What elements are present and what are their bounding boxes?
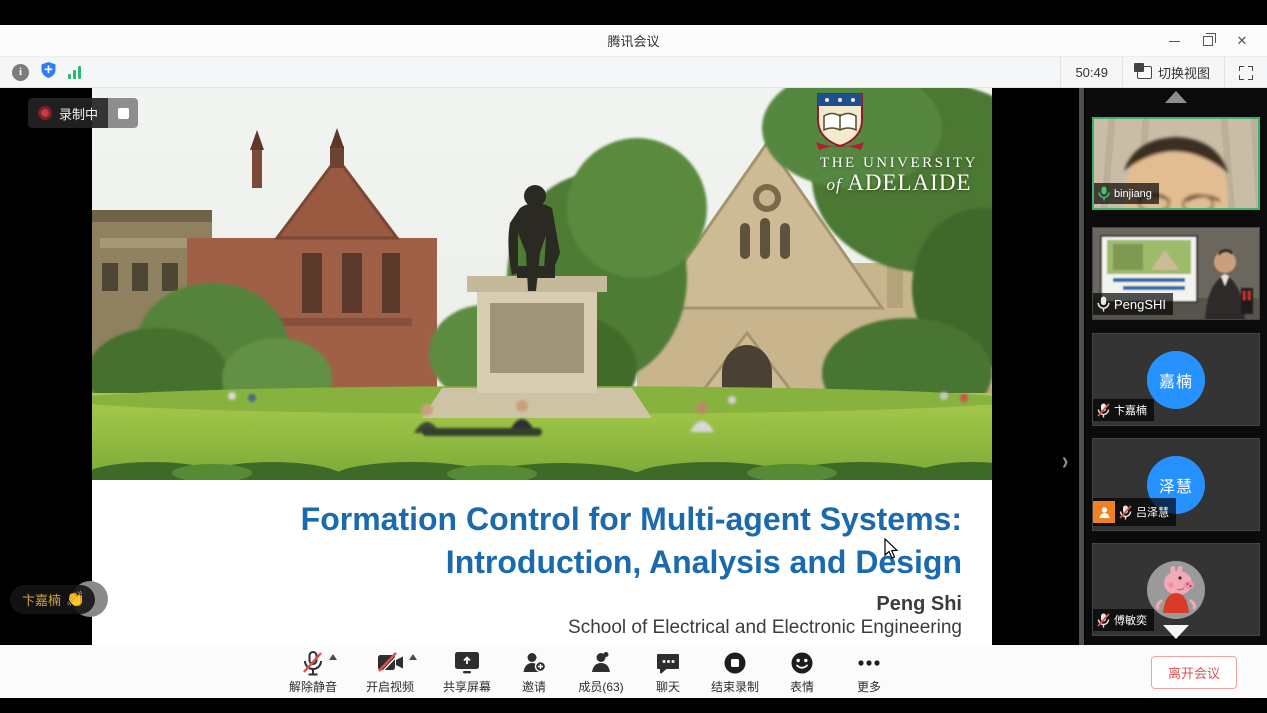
participant-tile-fuminyi[interactable]: 傅敏奕 [1092, 543, 1260, 636]
mic-muted-icon [1097, 403, 1110, 418]
participant-name: binjiang [1114, 188, 1152, 200]
info-icon[interactable]: i [12, 64, 29, 81]
switch-view-icon [1137, 66, 1152, 79]
recording-indicator: 录制中 [28, 98, 138, 128]
letterbox-bottom [0, 698, 1267, 713]
emoji-icon [790, 651, 814, 675]
share-screen-button[interactable]: 共享屏幕 [441, 650, 493, 695]
campus-photo: THE UNIVERSITY of ADELAIDE [92, 88, 992, 480]
stop-recording-button[interactable] [108, 98, 138, 128]
university-logo: THE UNIVERSITY of ADELAIDE [814, 92, 984, 196]
minimize-button[interactable] [1157, 25, 1191, 57]
chat-button[interactable]: 聊天 [642, 650, 694, 695]
tencent-meeting-window: 腾讯会议 ✕ i 50:49 切换视图 [0, 0, 1267, 713]
participant-name: 傅敏奕 [1114, 612, 1147, 628]
window-title: 腾讯会议 [607, 31, 659, 50]
end-recording-button[interactable]: 结束录制 [709, 650, 761, 695]
mouse-cursor [884, 538, 900, 560]
panel-collapse-chevron-icon[interactable]: › [1062, 448, 1068, 478]
mic-muted-icon [1119, 505, 1132, 520]
mic-muted-icon [1097, 613, 1110, 628]
recording-label: 录制中 [59, 104, 98, 123]
recording-dot-icon [38, 106, 52, 120]
window-controls: ✕ [1157, 25, 1259, 57]
participant-nametag: PengSHI [1093, 293, 1173, 315]
pig-avatar [1147, 561, 1205, 619]
avatar: 嘉楠 [1147, 351, 1205, 409]
scroll-down-arrow-icon[interactable] [1163, 625, 1189, 639]
start-video-button[interactable]: 开启视频 [364, 650, 416, 695]
host-badge-icon [1093, 501, 1115, 523]
video-options-caret[interactable] [409, 654, 417, 660]
participant-name: 吕泽慧 [1136, 504, 1169, 520]
slide-title-line2: Introduction, Analysis and Design [92, 541, 962, 584]
mic-options-caret[interactable] [329, 654, 337, 660]
restore-button[interactable] [1191, 25, 1225, 57]
invite-button[interactable]: 邀请 [508, 650, 560, 695]
meeting-timer: 50:49 [1060, 57, 1122, 88]
participant-nametag: 卞嘉楠 [1093, 399, 1154, 421]
invite-icon [522, 651, 546, 675]
leave-meeting-button[interactable]: 离开会议 [1151, 656, 1237, 689]
security-shield-icon[interactable] [40, 61, 57, 84]
chat-icon [656, 652, 680, 675]
university-name-line2: of ADELAIDE [814, 170, 984, 196]
university-crest-icon [814, 92, 866, 152]
slide-text-area: Formation Control for Multi-agent System… [92, 480, 992, 645]
participant-panel: binjiang [1085, 88, 1267, 645]
mic-on-icon [1097, 296, 1110, 312]
slide-affiliation: School of Electrical and Electronic Engi… [92, 616, 962, 640]
reaction-toast: 卞嘉楠 👏 [10, 583, 95, 615]
panel-divider[interactable] [1079, 88, 1084, 645]
shared-screen-stage: THE UNIVERSITY of ADELAIDE Formation Con… [0, 88, 1085, 645]
participant-tile-pengshi[interactable]: PengSHI [1092, 227, 1260, 320]
close-button[interactable]: ✕ [1225, 25, 1259, 57]
participant-name: PengSHI [1114, 297, 1166, 312]
stop-record-icon [723, 651, 747, 675]
share-screen-icon [454, 651, 480, 675]
fullscreen-icon [1239, 66, 1253, 80]
camera-off-icon [377, 652, 404, 674]
title-bar: 腾讯会议 ✕ [0, 25, 1267, 57]
emoji-button[interactable]: 表情 [776, 650, 828, 695]
scroll-up-arrow-icon[interactable] [1165, 91, 1187, 103]
participant-nametag: 吕泽慧 [1093, 498, 1176, 526]
network-signal-icon[interactable] [68, 66, 81, 79]
participant-tile-lvzehui[interactable]: 泽慧 吕泽慧 [1092, 438, 1260, 531]
meeting-toolbar: 解除静音 开启视频 [0, 645, 1267, 698]
participant-nametag: 傅敏奕 [1093, 609, 1154, 631]
members-icon [590, 651, 612, 675]
status-bar: i 50:49 切换视图 [0, 57, 1267, 88]
slide-author: Peng Shi [92, 592, 962, 616]
participant-nametag: binjiang [1094, 183, 1159, 204]
more-icon [856, 651, 882, 675]
switch-view-button[interactable]: 切换视图 [1122, 57, 1224, 88]
letterbox-top [0, 0, 1267, 25]
slide-title-line1: Formation Control for Multi-agent System… [92, 498, 962, 541]
mic-muted-icon [302, 651, 324, 676]
fullscreen-button[interactable] [1224, 57, 1267, 88]
participant-tile-binjiang[interactable]: binjiang [1092, 117, 1260, 210]
unmute-button[interactable]: 解除静音 [287, 650, 339, 695]
reaction-user-name: 卞嘉楠 [22, 590, 61, 609]
presentation-slide: THE UNIVERSITY of ADELAIDE Formation Con… [92, 88, 992, 645]
mic-on-icon [1098, 186, 1110, 201]
members-button[interactable]: 成员(63) [575, 650, 627, 695]
more-button[interactable]: 更多 [843, 650, 895, 695]
participant-tile-bianjianan[interactable]: 嘉楠 卞嘉楠 [1092, 333, 1260, 426]
participant-name: 卞嘉楠 [1114, 402, 1147, 418]
clap-emoji-icon: 👏 [66, 590, 85, 608]
